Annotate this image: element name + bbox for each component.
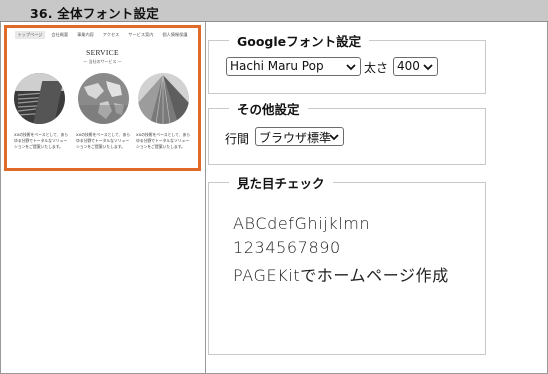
font-weight-label: 太さ <box>364 61 389 75</box>
site-preview: トップページ 会社概要 事業内容 アクセス サービス案内 個人情報保護 SERV… <box>4 25 201 171</box>
font-weight-select[interactable]: 400 <box>393 57 438 76</box>
line-height-label: 行間 <box>225 132 250 146</box>
chevron-down-icon <box>346 64 356 71</box>
line-height-select[interactable]: ブラウザ標準 <box>255 127 344 146</box>
preview-image-building <box>138 73 189 124</box>
preview-nav-item: 個人情報保護 <box>162 32 188 37</box>
sample-text-line: PAGEKitでホームページ作成 <box>233 266 449 285</box>
sample-text-line: 1234567890 <box>233 238 341 257</box>
preview-section-title: SERVICE <box>86 48 119 57</box>
preview-image-code <box>14 73 65 124</box>
other-settings-fieldset: その他設定 行間 ブラウザ標準 <box>208 99 486 165</box>
preview-section-subtitle: — 当社のサービス — <box>83 59 122 64</box>
sample-text-line: ABCdefGhijklmn <box>233 214 371 233</box>
preview-nav-item: 会社概要 <box>51 32 69 37</box>
preview-nav-item: アクセス <box>102 32 120 37</box>
column-divider <box>205 22 206 374</box>
preview-nav: トップページ 会社概要 事業内容 アクセス サービス案内 個人情報保護 <box>7 28 198 42</box>
preview-nav-item: トップページ <box>15 31 45 39</box>
other-settings-legend: その他設定 <box>229 99 308 118</box>
preview-description: XXの技術をベースとして、あらゆる分野でトータルなソリューションをご提案いたしま… <box>76 132 131 149</box>
preview-description: XXの技術をベースとして、あらゆる分野でトータルなソリューションをご提案いたしま… <box>14 132 69 149</box>
google-font-fieldset: Googleフォント設定 Hachi Maru Pop 太さ 400 <box>208 31 486 94</box>
page-title: 36. 全体フォント設定 <box>30 6 159 21</box>
section-header: 36. 全体フォント設定 <box>0 0 548 22</box>
google-font-legend: Googleフォント設定 <box>229 31 370 50</box>
font-family-select[interactable]: Hachi Maru Pop <box>226 57 361 76</box>
preview-nav-item: サービス案内 <box>128 32 154 37</box>
font-family-value: Hachi Maru Pop <box>230 59 324 73</box>
preview-nav-item: 事業内容 <box>77 32 94 37</box>
appearance-check-legend: 見た目チェック <box>229 173 333 192</box>
chevron-down-icon <box>423 64 433 71</box>
preview-description: XXの技術をベースとして、あらゆる分野でトータルなソリューションをご提案いたしま… <box>136 132 191 149</box>
preview-image-map <box>78 73 129 124</box>
appearance-check-fieldset: 見た目チェック ABCdefGhijklmn 1234567890 PAGEKi… <box>208 173 486 355</box>
font-weight-value: 400 <box>397 59 420 73</box>
chevron-down-icon <box>329 134 339 141</box>
line-height-value: ブラウザ標準 <box>259 131 332 145</box>
